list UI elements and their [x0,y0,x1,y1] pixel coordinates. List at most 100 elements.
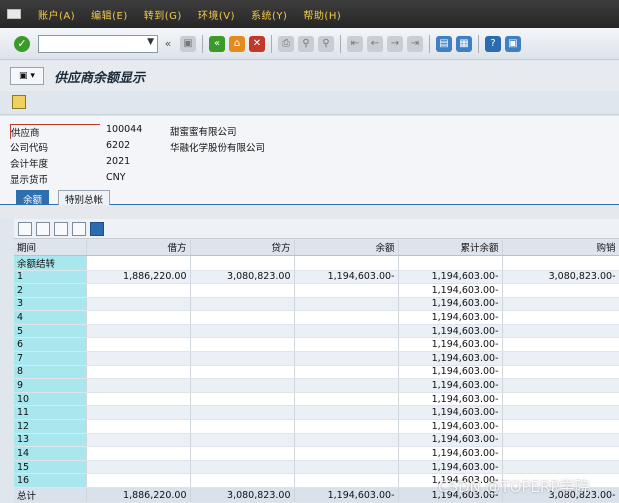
table-cell[interactable] [190,297,295,312]
table-cell[interactable] [190,310,295,325]
table-cell[interactable] [502,460,619,475]
table-cell[interactable] [86,419,191,434]
col-debit[interactable]: 借方 [86,240,191,256]
table-cell[interactable] [86,365,191,380]
table-cell[interactable]: 1,886,220.00 [86,487,191,503]
table-cell[interactable] [502,378,619,393]
first-page-icon[interactable]: ⇤ [347,35,363,52]
table-cell[interactable] [86,351,191,366]
table-cell[interactable] [294,324,399,339]
company-code-value[interactable]: 6202 [106,140,166,151]
table-row[interactable]: 12 1,194,603.00- [14,419,619,434]
table-cell[interactable] [190,405,295,421]
detail-icon[interactable] [12,95,26,109]
table-cell[interactable]: 1,194,603.00- [398,337,503,353]
menu-system[interactable]: 系统(Y) [251,7,287,22]
table-cell[interactable] [86,405,191,421]
table-cell[interactable] [294,283,399,298]
table-cell[interactable]: 8 [14,365,87,380]
table-row[interactable]: 4 1,194,603.00- [14,310,619,325]
table-cell[interactable] [294,419,399,434]
info-icon[interactable] [90,221,104,236]
table-cell[interactable] [190,351,295,366]
save-icon[interactable]: ▣ [180,35,196,52]
currency-value[interactable]: CNY [106,172,166,183]
table-cell[interactable]: 1 [14,270,87,285]
table-cell[interactable] [502,433,619,448]
print-icon[interactable]: ⎙ [278,35,294,52]
table-cell[interactable]: 1,194,603.00- [398,270,503,285]
table-cell[interactable] [502,419,619,434]
table-cell[interactable]: 11 [14,405,87,421]
table-row[interactable]: 7 1,194,603.00- [14,351,619,366]
table-row[interactable]: 10 1,194,603.00- [14,392,619,407]
table-cell[interactable] [502,297,619,312]
command-field[interactable]: ▼ [38,34,158,53]
table-cell[interactable] [502,255,619,271]
col-balance[interactable]: 余额 [294,240,399,256]
table-cell[interactable]: 1,194,603.00- [398,297,503,312]
table-cell[interactable] [502,283,619,298]
col-credit[interactable]: 贷方 [190,240,295,256]
table-cell[interactable]: 余额结转 [14,255,87,271]
table-row[interactable]: 14 1,194,603.00- [14,446,619,461]
table-cell[interactable] [190,419,295,434]
previous-page-icon[interactable]: ← [367,35,383,52]
table-cell[interactable]: 4 [14,310,87,325]
table-cell[interactable]: 1,886,220.00 [86,270,191,285]
table-row[interactable]: 6 1,194,603.00- [14,337,619,353]
table-row[interactable]: 1 1,886,220.00 3,080,823.00 1,194,603.00- 1,… [14,270,619,285]
table-cell[interactable]: 1,194,603.00- [398,405,503,421]
table-cell[interactable]: 1,194,603.00- [398,433,503,448]
table-cell[interactable] [86,310,191,325]
table-cell[interactable]: 1,194,603.00- [398,351,503,366]
find-icon[interactable]: ⚲ [298,35,314,52]
menu-environment[interactable]: 环境(V) [198,7,235,22]
table-cell[interactable] [294,392,399,407]
table-row[interactable]: 13 1,194,603.00- [14,433,619,448]
table-cell[interactable] [502,351,619,366]
col-cumulative-balance[interactable]: 累计余额 [398,240,503,256]
table-cell[interactable] [86,473,191,488]
table-cell[interactable] [502,337,619,353]
shortcut-icon[interactable]: ▦ [456,35,472,52]
table-cell[interactable]: 7 [14,351,87,366]
table-cell[interactable] [86,392,191,407]
table-row[interactable]: 8 1,194,603.00- [14,365,619,380]
table-cell[interactable] [294,460,399,475]
table-cell[interactable]: 14 [14,446,87,461]
print-preview-icon[interactable] [18,221,32,236]
menu-edit[interactable]: 编辑(E) [91,7,128,22]
table-cell[interactable]: 1,194,603.00- [398,324,503,339]
table-cell[interactable]: 1,194,603.00- [398,419,503,434]
table-cell[interactable] [86,255,191,271]
table-cell[interactable] [294,446,399,461]
customize-layout-icon[interactable]: ▣ [505,35,521,52]
table-cell[interactable]: 16 [14,473,87,488]
table-cell[interactable] [502,405,619,421]
table-cell[interactable] [190,337,295,353]
table-cell[interactable]: 1,194,603.00- [294,487,399,503]
table-cell[interactable] [190,473,295,488]
cancel-icon[interactable]: ✕ [249,35,265,52]
table-cell[interactable]: 1,194,603.00- [294,270,399,285]
table-cell[interactable]: 15 [14,460,87,475]
table-cell[interactable] [502,392,619,407]
table-cell[interactable] [502,365,619,380]
tab-special-gl[interactable]: 特别总帐 [58,190,111,206]
table-cell[interactable] [86,283,191,298]
table-cell[interactable] [86,378,191,393]
table-cell[interactable]: 9 [14,378,87,393]
table-cell[interactable] [190,433,295,448]
table-cell[interactable] [86,433,191,448]
table-cell[interactable]: 2 [14,283,87,298]
table-cell[interactable] [190,378,295,393]
table-cell[interactable] [294,337,399,353]
table-row[interactable]: 9 1,194,603.00- [14,378,619,393]
enter-check-icon[interactable]: ✓ [14,35,30,52]
table-cell[interactable]: 3 [14,297,87,312]
layout-icon[interactable] [72,221,86,236]
table-cell[interactable] [294,351,399,366]
table-cell[interactable] [502,446,619,461]
menu-help[interactable]: 帮助(H) [303,7,341,22]
